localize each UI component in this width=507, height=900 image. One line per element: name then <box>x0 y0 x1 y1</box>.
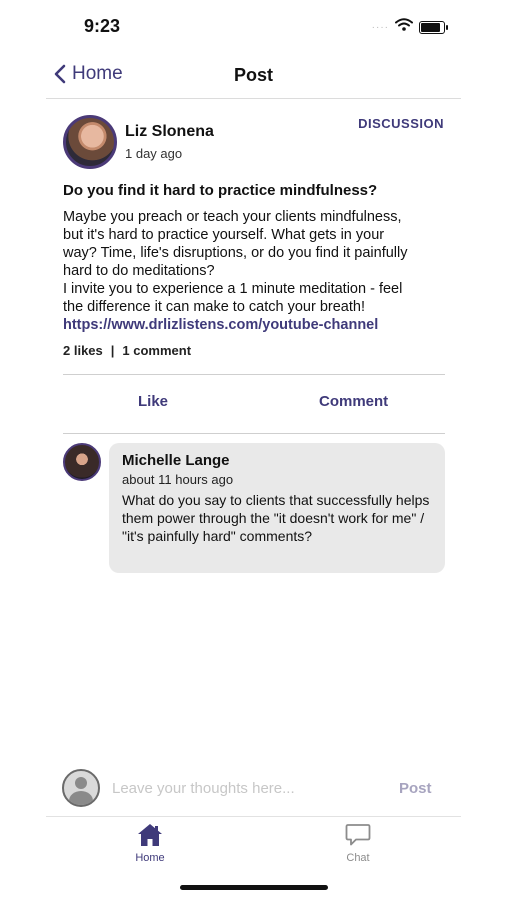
stats-separator: | <box>110 343 115 358</box>
status-icons: ···· <box>371 18 448 36</box>
home-icon <box>110 823 190 847</box>
tab-chat[interactable]: Chat <box>318 823 398 864</box>
post-category-tag: DISCUSSION <box>358 116 444 131</box>
post-body: Maybe you preach or teach your clients m… <box>63 208 448 334</box>
author-avatar[interactable] <box>63 115 117 169</box>
post-body-line: but it's hard to practice yourself. What… <box>63 227 385 243</box>
post-comment-button[interactable]: Post <box>399 780 432 797</box>
comment-text: What do you say to clients that successf… <box>122 492 430 544</box>
post-title: Do you find it hard to practice mindfuln… <box>63 182 378 199</box>
battery-icon <box>419 20 448 34</box>
post-body-line: way? Time, life's disruptions, or do you… <box>63 245 408 261</box>
post-link[interactable]: https://www.drlizlistens.com/youtube-cha… <box>63 316 448 334</box>
comment-author[interactable]: Michelle Lange <box>122 452 432 469</box>
composer-divider <box>46 816 461 817</box>
tab-chat-label: Chat <box>346 852 370 864</box>
comment-timestamp: about 11 hours ago <box>122 472 234 487</box>
comment-bubble: Michelle Lange about 11 hours ago What d… <box>109 443 445 573</box>
signal-icon: ···· <box>371 21 389 33</box>
comments-count[interactable]: 1 comment <box>122 343 191 358</box>
author-name[interactable]: Liz Slonena <box>125 123 214 141</box>
status-time: 9:23 <box>84 16 121 36</box>
post-body-line: the difference it can make to catch your… <box>63 299 365 315</box>
battery-level <box>421 22 440 32</box>
navigation-bar: Home Post <box>46 55 461 99</box>
commenter-avatar[interactable] <box>63 443 101 481</box>
post-body-line: I invite you to experience a 1 minute me… <box>63 281 403 297</box>
post-stats: 2 likes | 1 comment <box>63 343 191 358</box>
likes-count[interactable]: 2 likes <box>63 343 103 358</box>
comment-input[interactable] <box>112 780 382 797</box>
post-body-line: Maybe you preach or teach your clients m… <box>63 209 402 225</box>
comment-button[interactable]: Comment <box>319 393 388 410</box>
chat-icon <box>318 823 398 847</box>
wifi-icon <box>395 18 413 36</box>
like-button[interactable]: Like <box>138 393 168 410</box>
post-body-line: hard to do meditations? <box>63 263 215 279</box>
divider <box>63 374 445 375</box>
current-user-avatar <box>62 769 100 807</box>
home-indicator <box>180 885 328 890</box>
post-timestamp: 1 day ago <box>125 146 183 161</box>
tab-home-label: Home <box>135 852 165 864</box>
page-title: Post <box>233 65 273 85</box>
divider <box>63 433 445 434</box>
tab-home[interactable]: Home <box>110 823 190 864</box>
